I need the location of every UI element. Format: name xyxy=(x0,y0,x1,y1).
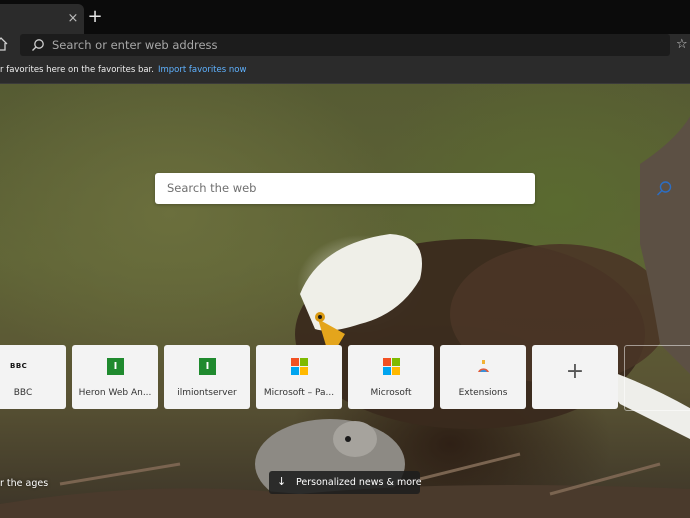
new-tab-button[interactable]: + xyxy=(86,8,104,26)
web-search-box[interactable]: Search the web xyxy=(155,173,672,204)
quick-link-extensions[interactable]: Extensions xyxy=(440,345,526,409)
tile-label: Microsoft – Pa... xyxy=(263,388,335,398)
tile-label: Microsoft xyxy=(370,388,412,398)
import-favorites-link[interactable]: Import favorites now xyxy=(158,65,246,75)
tab-close-icon[interactable]: × xyxy=(66,11,80,27)
extensions-icon xyxy=(478,360,489,372)
active-tab[interactable]: × xyxy=(0,4,84,34)
address-bar[interactable]: Search or enter web address xyxy=(20,34,670,56)
tile-label: ilmiontserver xyxy=(177,388,237,398)
eagle-photo xyxy=(0,116,690,518)
green-i-icon: I xyxy=(199,358,216,375)
tile-label: BBC xyxy=(13,388,33,398)
quick-link-ilmiontserver[interactable]: I ilmiontserver xyxy=(164,345,250,409)
web-search-placeholder: Search the web xyxy=(167,181,257,195)
quick-link-placeholder xyxy=(624,345,690,411)
arrow-down-icon: ↓ xyxy=(277,475,287,488)
green-i-icon: I xyxy=(107,358,124,375)
microsoft-logo-icon xyxy=(291,358,308,375)
plus-icon: + xyxy=(565,359,585,384)
search-icon xyxy=(32,39,44,51)
background-image: Search the web BBC BBC I Heron Web An...… xyxy=(0,84,690,518)
news-button-label: Personalized news & more xyxy=(296,477,422,488)
image-credit[interactable]: r the ages xyxy=(0,478,48,490)
tab-strip: × + xyxy=(0,0,690,34)
add-quick-link-button[interactable]: + xyxy=(532,345,618,409)
quick-link-bbc[interactable]: BBC BBC xyxy=(0,345,66,409)
microsoft-logo-icon xyxy=(383,358,400,375)
tile-label: Heron Web An... xyxy=(78,388,152,398)
favorites-bar-message: r favorites here on the favorites bar. Im… xyxy=(0,65,247,75)
search-icon[interactable] xyxy=(655,180,673,198)
address-placeholder: Search or enter web address xyxy=(52,38,218,52)
favorites-bar: r favorites here on the favorites bar. Im… xyxy=(0,56,690,84)
bbc-logo-icon: BBC xyxy=(10,362,28,370)
tile-label: Extensions xyxy=(458,388,508,398)
quick-link-microsoft-pa[interactable]: Microsoft – Pa... xyxy=(256,345,342,409)
quick-link-microsoft[interactable]: Microsoft xyxy=(348,345,434,409)
favorite-star-icon[interactable]: ☆ xyxy=(676,37,690,53)
personalized-news-button[interactable]: ↓ Personalized news & more xyxy=(269,471,422,494)
toolbar: Search or enter web address ☆ xyxy=(0,34,690,56)
home-icon[interactable] xyxy=(0,36,8,52)
quick-link-heron-web-analytics[interactable]: I Heron Web An... xyxy=(72,345,158,409)
